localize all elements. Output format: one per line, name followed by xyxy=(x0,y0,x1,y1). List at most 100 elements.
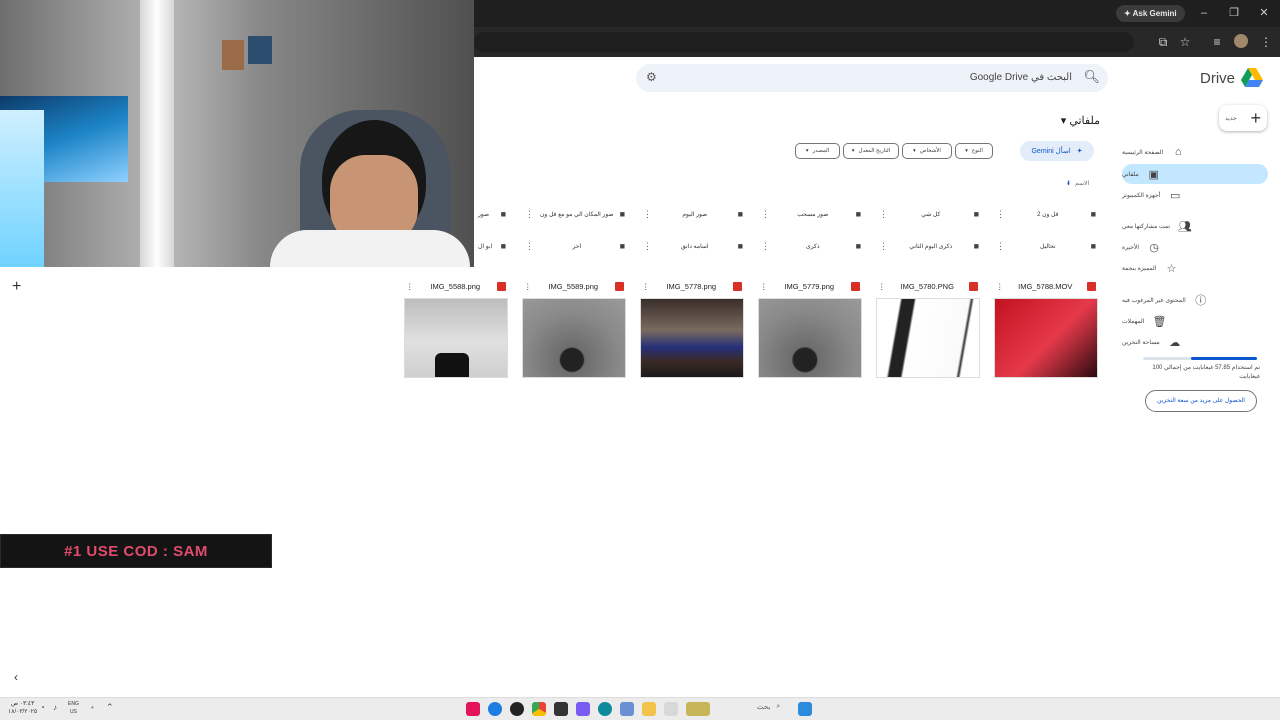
filter-type[interactable]: النوع ▾ xyxy=(955,143,993,159)
page-title-label: ملفاتي xyxy=(1069,115,1100,127)
profile-avatar[interactable] xyxy=(1234,34,1248,48)
ask-gemini-chip[interactable]: ✦ اسأل Gemini xyxy=(1020,141,1094,161)
folder-item[interactable]: ■ صور اليوم ⋮ xyxy=(639,203,747,225)
more-options-icon[interactable]: ⋮ xyxy=(642,282,650,291)
app-icon[interactable] xyxy=(576,702,590,716)
app-icon[interactable] xyxy=(664,702,678,716)
volume-icon[interactable]: ♪ xyxy=(53,703,57,712)
folder-item[interactable]: ■ صور المكان الي مو مع قل ون ⋮ xyxy=(521,203,629,225)
file-tile[interactable]: ⋮ IMG_5788.MOV xyxy=(994,278,1098,378)
nav-spam[interactable]: ⓘ المحتوى غير المرغوب فيه xyxy=(1122,290,1270,310)
file-tile[interactable]: ⋮ IMG_5589.png xyxy=(522,278,626,378)
more-options-icon[interactable]: ⋮ xyxy=(525,209,534,220)
filter-source[interactable]: المصدر ▾ xyxy=(795,143,840,159)
filter-modified[interactable]: التاريخ المعدل ▾ xyxy=(843,143,899,159)
sort-control[interactable]: الاسم ⬇ xyxy=(1066,180,1089,187)
folder-item[interactable]: ■ ابو ال xyxy=(474,235,510,257)
more-options-icon[interactable]: ⋮ xyxy=(406,282,414,291)
file-tile[interactable]: ⋮ IMG_5588.png xyxy=(404,278,508,378)
more-options-icon[interactable]: ⋮ xyxy=(996,282,1004,291)
add-icon[interactable]: + xyxy=(12,278,21,296)
folder-item[interactable]: ■ صور مسحب ⋮ xyxy=(757,203,865,225)
chrome-app-icon[interactable] xyxy=(532,702,546,716)
more-options-icon[interactable]: ⋮ xyxy=(996,209,1005,220)
filter-type-label: النوع xyxy=(971,148,983,154)
taskbar-search[interactable]: بحث ⌕ xyxy=(757,703,780,711)
close-window-button[interactable]: ✕ xyxy=(1249,0,1279,27)
folder-item[interactable]: ■ قل ون 2 ⋮ xyxy=(992,203,1100,225)
nav-home[interactable]: ⌂ الصفحة الرئيسية xyxy=(1122,142,1270,162)
address-bar[interactable] xyxy=(474,32,1134,52)
chevron-up-icon[interactable]: ⌃ xyxy=(106,702,114,713)
notification-icon[interactable]: ◔ xyxy=(40,703,45,712)
widget-icon[interactable] xyxy=(686,702,710,716)
more-options-icon[interactable]: ⋮ xyxy=(879,241,888,252)
folder-item[interactable]: ■ اسامه دانق ⋮ xyxy=(639,235,747,257)
chevron-left-icon[interactable]: ‹ xyxy=(14,670,18,684)
folder-icon: ■ xyxy=(973,209,979,219)
edge-app-icon[interactable] xyxy=(598,702,612,716)
file-tile[interactable]: ⋮ IMG_5779.png xyxy=(758,278,862,378)
app-icon[interactable] xyxy=(488,702,502,716)
more-options-icon[interactable]: ⋮ xyxy=(879,209,888,220)
nav-recent[interactable]: ◷ الأخيرة xyxy=(1122,237,1270,257)
nav-storage[interactable]: ☁ مساحة التخزين xyxy=(1122,332,1270,352)
page-title[interactable]: ملفاتي ▾ xyxy=(1061,114,1100,127)
filter-people[interactable]: الأشخاص ▾ xyxy=(902,143,952,159)
folder-name: صور اليوم xyxy=(682,211,708,218)
video-file-icon xyxy=(1086,281,1096,291)
folder-icon: ■ xyxy=(737,209,743,219)
nav-starred[interactable]: ☆ المميزة بنجمة xyxy=(1122,258,1270,278)
image-file-icon xyxy=(733,281,742,291)
nav-computers[interactable]: ▭ أجهزة الكمبيوتر xyxy=(1122,185,1270,205)
nav-trash[interactable]: 🗑︎ المهملات xyxy=(1122,311,1270,331)
search-input[interactable]: البحث في Google Drive xyxy=(970,72,1072,83)
more-options-icon[interactable]: ⋮ xyxy=(643,209,652,220)
ask-gemini-button[interactable]: ✦ Ask Gemini xyxy=(1116,5,1185,22)
nav-my-drive[interactable]: ▣ ملفاتي xyxy=(1122,164,1268,184)
start-menu-icon[interactable] xyxy=(798,702,812,716)
folder-item[interactable]: ■ كل شي ⋮ xyxy=(875,203,983,225)
maximize-button[interactable]: ❐ xyxy=(1219,0,1249,27)
folder-item[interactable]: ■ صور xyxy=(474,203,510,225)
nav-shared[interactable]: 👥︎ تمت مشاركتها معي xyxy=(1122,216,1270,236)
nav-home-label: الصفحة الرئيسية xyxy=(1122,149,1164,156)
folder-item[interactable]: ■ ذكرى ⋮ xyxy=(757,235,865,257)
get-more-storage-button[interactable]: الحصول على مزيد من سعة التخزين xyxy=(1145,390,1257,412)
lang-bottom: US xyxy=(69,709,77,715)
more-options-icon[interactable]: ⋮ xyxy=(996,241,1005,252)
more-options-icon[interactable]: ⋮ xyxy=(761,241,770,252)
drive-logo[interactable]: Drive xyxy=(1200,66,1264,90)
folder-icon: ■ xyxy=(619,209,625,219)
search-icon[interactable]: 🔍︎ xyxy=(1083,69,1100,85)
language-indicator[interactable]: ENG US xyxy=(68,700,79,716)
new-button[interactable]: جديد + xyxy=(1219,105,1267,131)
minimize-button[interactable]: – xyxy=(1189,0,1219,27)
bookmark-star-icon[interactable]: ☆ xyxy=(1176,34,1194,50)
search-options-icon[interactable]: ⚙ xyxy=(646,70,657,84)
more-options-icon[interactable]: ⋮ xyxy=(524,282,532,291)
file-tile[interactable]: ⋮ IMG_5780.PNG xyxy=(876,278,980,378)
more-options-icon[interactable]: ⋮ xyxy=(760,282,768,291)
app-icon[interactable] xyxy=(554,702,568,716)
taskbar-clock[interactable]: ٠٣:٤٣ ص ١٨/٠٣/٢٠٢٥ xyxy=(8,700,37,716)
store-app-icon[interactable] xyxy=(620,702,634,716)
microphone-icon[interactable]: • xyxy=(91,703,94,712)
search-icon: ⌕ xyxy=(776,703,781,710)
more-options-icon[interactable]: ⋮ xyxy=(878,282,886,291)
search-bar[interactable]: ⚙ البحث في Google Drive 🔍︎ xyxy=(636,64,1108,92)
folder-item[interactable]: ■ تحاليل ⋮ xyxy=(992,235,1100,257)
obs-app-icon[interactable] xyxy=(510,702,524,716)
file-tile[interactable]: ⋮ IMG_5778.png xyxy=(640,278,744,378)
more-options-icon[interactable]: ⋮ xyxy=(643,241,652,252)
browser-menu-icon[interactable]: ⋮ xyxy=(1257,34,1275,50)
folder-item[interactable]: ■ ذكرى اليوم الثاني ⋮ xyxy=(875,235,983,257)
more-options-icon[interactable]: ⋮ xyxy=(525,241,534,252)
tab-search-icon[interactable]: ≡ xyxy=(1208,34,1226,50)
folder-item[interactable]: ■ اخر ⋮ xyxy=(521,235,629,257)
tiktok-app-icon[interactable] xyxy=(466,702,480,716)
more-options-icon[interactable]: ⋮ xyxy=(761,209,770,220)
install-app-icon[interactable]: ⧉ xyxy=(1154,34,1172,50)
file-explorer-icon[interactable] xyxy=(642,702,656,716)
filter-modified-label: التاريخ المعدل xyxy=(858,148,891,154)
